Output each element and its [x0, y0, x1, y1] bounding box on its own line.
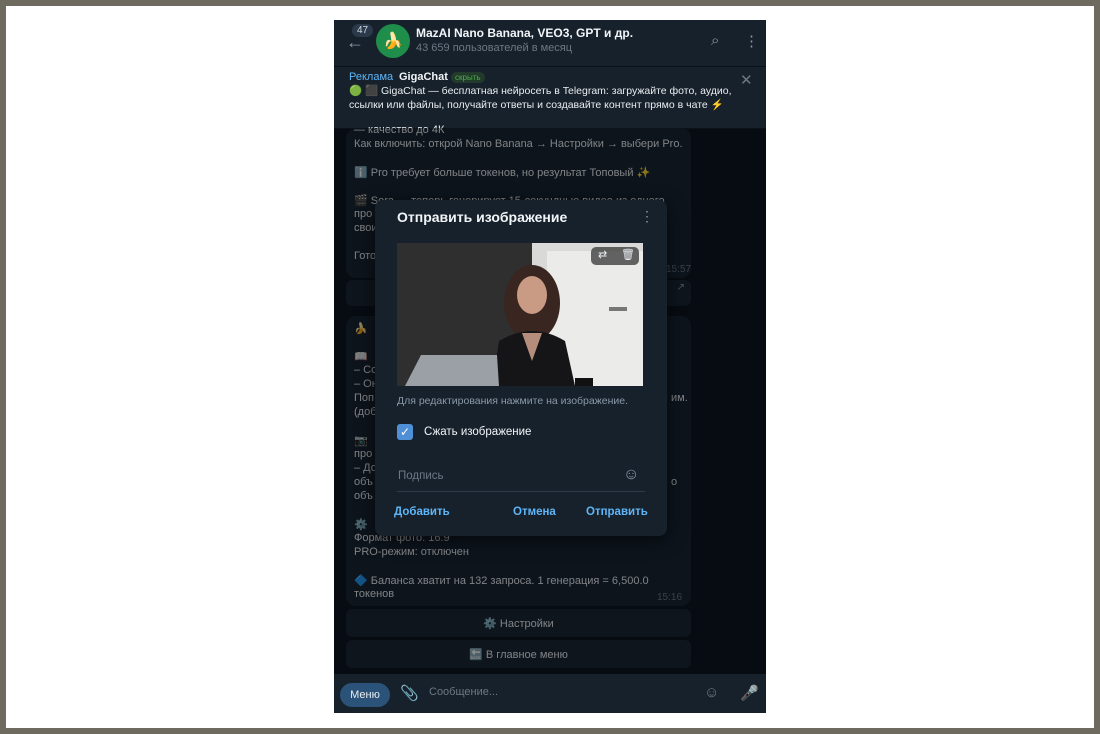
ad-hide-button[interactable]: скрыть — [451, 72, 485, 83]
checkmark-icon: ✓ — [399, 425, 411, 439]
message-input[interactable]: Сообщение... — [429, 686, 498, 698]
paperclip-icon[interactable]: 📎 — [400, 684, 419, 702]
emoji-icon[interactable]: ☺ — [623, 466, 639, 484]
microphone-icon[interactable]: 🎤 — [740, 684, 759, 702]
add-button[interactable]: Добавить — [394, 506, 450, 518]
trash-icon[interactable]: 🗑 — [621, 248, 635, 261]
ad-text: 🟢 ⬛ GigaChat — бесплатная нейросеть в Te… — [349, 85, 732, 111]
caption-input[interactable]: Подпись — [398, 470, 444, 482]
menu-button[interactable]: Меню — [340, 683, 390, 707]
replace-icon[interactable]: ⇄ — [598, 248, 607, 261]
message-input-bar: Меню 📎 Сообщение... ☺ 🎤 — [334, 674, 766, 713]
cancel-button[interactable]: Отмена — [513, 506, 556, 518]
dialog-title: Отправить изображение — [397, 209, 568, 225]
caption-underline — [397, 491, 645, 492]
ad-name: GigaChat — [399, 71, 448, 83]
emoji-icon[interactable]: ☺ — [704, 684, 719, 701]
compress-label[interactable]: Сжать изображение — [424, 426, 531, 438]
search-icon[interactable]: ⌕ — [711, 32, 719, 49]
unread-badge: 47 — [352, 24, 374, 37]
ad-label: Реклама — [349, 71, 394, 83]
compress-checkbox[interactable]: ✓ — [397, 424, 413, 440]
chat-subtitle: 43 659 пользователей в месяц — [416, 42, 573, 54]
chat-title[interactable]: MazAI Nano Banana, VEO3, GPT и др. — [416, 26, 633, 40]
close-icon[interactable]: ✕ — [740, 71, 753, 89]
image-preview[interactable]: ⇄ 🗑 — [397, 243, 643, 386]
photo-tools: ⇄ 🗑 — [591, 247, 639, 265]
telegram-window: ← 47 🍌 MazAI Nano Banana, VEO3, GPT и др… — [334, 20, 766, 713]
channel-avatar[interactable]: 🍌 — [376, 24, 410, 58]
more-vertical-icon[interactable]: ⋮ — [744, 32, 759, 50]
edit-hint: Для редактирования нажмите на изображени… — [397, 395, 629, 407]
send-image-dialog: Отправить изображение ⋮ ⇄ 🗑 Для редактир… — [375, 200, 667, 536]
sponsored-banner[interactable]: Реклама GigaChat скрыть 🟢 ⬛ GigaChat — б… — [334, 66, 766, 129]
send-button[interactable]: Отправить — [586, 506, 648, 518]
more-vertical-icon[interactable]: ⋮ — [640, 208, 654, 225]
chat-header: ← 47 🍌 MazAI Nano Banana, VEO3, GPT и др… — [334, 20, 766, 66]
